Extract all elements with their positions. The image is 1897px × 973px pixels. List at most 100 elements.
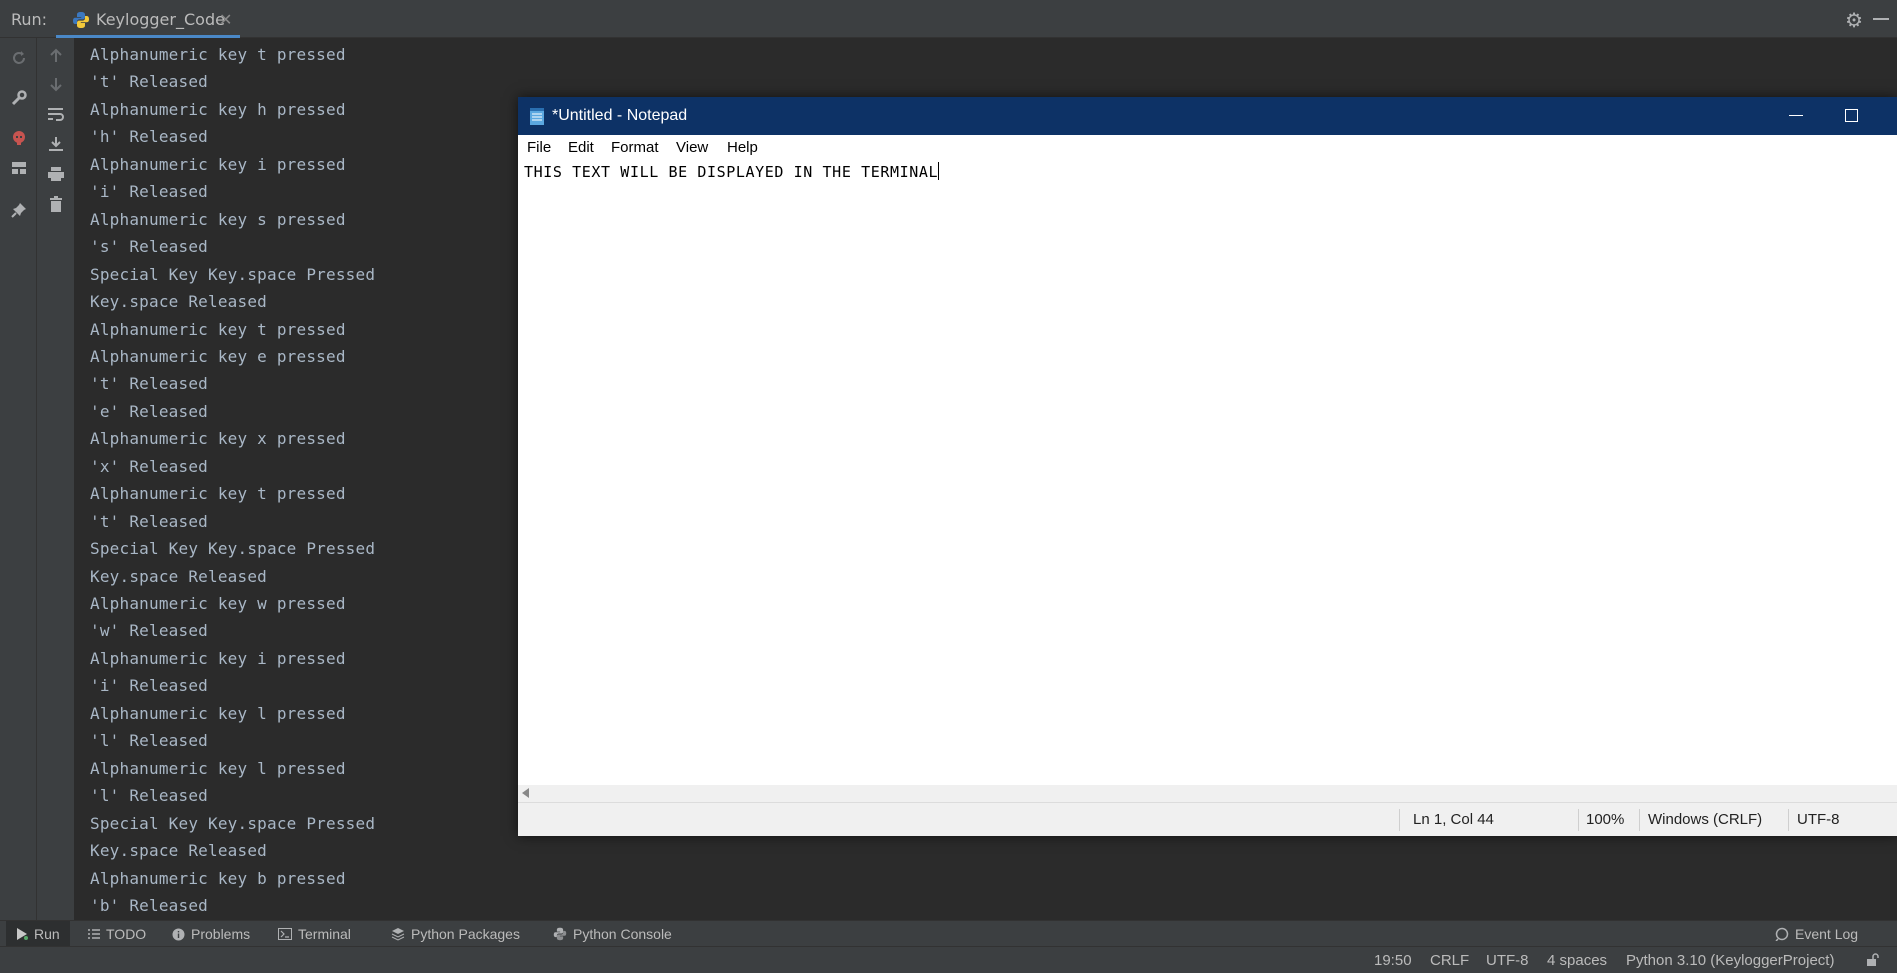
python-icon xyxy=(72,11,90,29)
event-log-label: Event Log xyxy=(1795,926,1859,942)
caret-position[interactable]: 19:50 xyxy=(1374,952,1412,969)
notepad-titlebar[interactable]: *Untitled - Notepad xyxy=(518,97,1897,135)
search-icon xyxy=(1775,927,1789,941)
tab-terminal[interactable]: Terminal xyxy=(278,921,351,947)
tab-python-console[interactable]: Python Console xyxy=(553,921,672,947)
notepad-icon xyxy=(530,108,544,125)
console-line: Alphanumeric key t pressed xyxy=(90,484,346,504)
maximize-icon[interactable] xyxy=(1845,109,1858,122)
menu-file[interactable]: File xyxy=(527,139,551,156)
console-line: Alphanumeric key i pressed xyxy=(90,648,346,668)
python-interpreter[interactable]: Python 3.10 (KeyloggerProject) xyxy=(1626,952,1834,969)
tab-python-packages-label: Python Packages xyxy=(411,926,520,942)
menu-edit[interactable]: Edit xyxy=(568,139,594,156)
zoom-level: 100% xyxy=(1586,811,1625,828)
console-line: Alphanumeric key b pressed xyxy=(90,868,346,888)
notepad-content: THIS TEXT WILL BE DISPLAYED IN THE TERMI… xyxy=(524,163,939,181)
console-line: Alphanumeric key w pressed xyxy=(90,594,346,613)
arrow-down-icon[interactable] xyxy=(44,72,68,96)
event-log-button[interactable]: Event Log xyxy=(1775,921,1858,947)
console-line: 'e' Released xyxy=(90,401,208,421)
run-label: Run: xyxy=(11,10,48,29)
text-caret xyxy=(938,162,940,180)
minimize-icon[interactable] xyxy=(1873,18,1889,20)
tab-todo-label: TODO xyxy=(106,926,147,942)
trash-icon[interactable] xyxy=(44,192,68,216)
ide-statusbar: 19:50 CRLF UTF-8 4 spaces Python 3.10 (K… xyxy=(0,946,1897,973)
console-line: 'b' Released xyxy=(90,895,208,915)
print-icon[interactable] xyxy=(44,162,68,186)
console-line: Key.space Released xyxy=(90,566,267,586)
console-line: Special Key Key.space Pressed xyxy=(90,539,376,559)
tab-todo[interactable]: TODO xyxy=(88,921,146,947)
console-line: 'w' Released xyxy=(90,621,208,641)
console-line: Alphanumeric key l pressed xyxy=(90,758,346,778)
scroll-to-end-icon[interactable] xyxy=(44,132,68,156)
notepad-statusbar: Ln 1, Col 44 100% Windows (CRLF) UTF-8 xyxy=(518,802,1897,836)
console-line: Special Key Key.space Pressed xyxy=(90,264,376,284)
pin-icon[interactable] xyxy=(7,198,31,222)
stop-icon[interactable] xyxy=(7,126,31,150)
console-line: 'l' Released xyxy=(90,786,208,806)
console-line: Alphanumeric key x pressed xyxy=(90,429,346,449)
line-ending: Windows (CRLF) xyxy=(1648,811,1763,828)
play-icon xyxy=(16,928,28,940)
console-line: Alphanumeric key s pressed xyxy=(90,209,346,229)
wrench-icon[interactable] xyxy=(7,86,31,110)
arrow-up-icon[interactable] xyxy=(44,44,68,68)
run-config-tab[interactable]: Keylogger_Code ✕ xyxy=(56,0,240,38)
notepad-text-area[interactable]: THIS TEXT WILL BE DISPLAYED IN THE TERMI… xyxy=(518,159,1897,775)
console-line: Alphanumeric key t pressed xyxy=(90,319,346,339)
minimize-icon[interactable] xyxy=(1789,115,1803,116)
notepad-menubar: File Edit Format View Help xyxy=(518,135,1897,159)
tool-window-bar: Run TODO Problems Terminal Python Packag… xyxy=(0,920,1897,947)
console-line: 'l' Released xyxy=(90,731,208,751)
layout-icon[interactable] xyxy=(7,156,31,180)
console-line: Alphanumeric key l pressed xyxy=(90,703,346,723)
list-icon xyxy=(88,928,100,940)
menu-format[interactable]: Format xyxy=(611,139,659,156)
console-line: 't' Released xyxy=(90,72,208,92)
gear-icon[interactable]: ⚙ xyxy=(1845,8,1863,32)
run-config-name: Keylogger_Code xyxy=(96,10,225,29)
console-line: Alphanumeric key e pressed xyxy=(90,346,346,366)
scroll-left-icon[interactable] xyxy=(522,788,529,798)
notepad-title: *Untitled - Notepad xyxy=(552,107,688,124)
console-line: 'i' Released xyxy=(90,182,208,202)
tab-run[interactable]: Run xyxy=(6,921,70,947)
console-line: Key.space Released xyxy=(90,292,267,312)
console-line: Alphanumeric key i pressed xyxy=(90,154,346,174)
console-line: 't' Released xyxy=(90,374,208,394)
console-line: 't' Released xyxy=(90,511,208,531)
console-line: 's' Released xyxy=(90,237,208,257)
console-line: Alphanumeric key h pressed xyxy=(90,99,346,119)
cursor-position: Ln 1, Col 44 xyxy=(1413,811,1494,828)
console-actions-toolbar xyxy=(37,38,75,920)
console-line: Special Key Key.space Pressed xyxy=(90,813,376,833)
layers-icon xyxy=(391,927,405,941)
console-line: Key.space Released xyxy=(90,841,267,861)
indent-setting[interactable]: 4 spaces xyxy=(1547,952,1607,969)
rerun-icon[interactable] xyxy=(7,46,31,70)
terminal-icon xyxy=(278,928,292,940)
line-separator[interactable]: CRLF xyxy=(1430,952,1469,969)
menu-view[interactable]: View xyxy=(676,139,708,156)
run-tool-header: Run: Keylogger_Code ✕ ⚙ xyxy=(0,0,1897,38)
console-line: 'h' Released xyxy=(90,127,208,147)
lock-icon[interactable] xyxy=(1866,953,1880,971)
horizontal-scrollbar[interactable] xyxy=(518,785,1897,802)
menu-help[interactable]: Help xyxy=(727,139,758,156)
tab-problems[interactable]: Problems xyxy=(172,921,250,947)
tab-run-label: Run xyxy=(34,926,60,942)
notepad-window: *Untitled - Notepad File Edit Format Vie… xyxy=(518,97,1897,836)
tab-python-packages[interactable]: Python Packages xyxy=(391,921,520,947)
console-line: Alphanumeric key t pressed xyxy=(90,45,346,64)
tab-python-console-label: Python Console xyxy=(573,926,672,942)
encoding: UTF-8 xyxy=(1797,811,1840,828)
console-line: 'x' Released xyxy=(90,456,208,476)
soft-wrap-icon[interactable] xyxy=(44,102,68,126)
file-encoding[interactable]: UTF-8 xyxy=(1486,952,1529,969)
close-icon[interactable]: ✕ xyxy=(219,10,232,29)
tab-terminal-label: Terminal xyxy=(298,926,351,942)
info-icon xyxy=(172,928,185,941)
